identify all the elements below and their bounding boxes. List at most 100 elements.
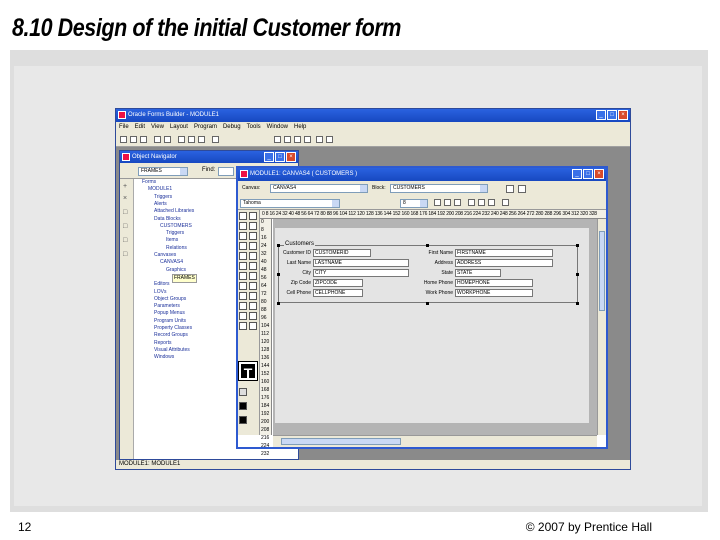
text-item[interactable]: CITY: [313, 269, 409, 277]
text-tool-icon[interactable]: [239, 262, 247, 270]
tree-node[interactable]: Data Blocks: [154, 216, 181, 223]
navigator-close-button[interactable]: ×: [286, 152, 296, 162]
canvas-layout-window[interactable]: MODULE1: CANVAS4 ( CUSTOMERS ) _ □ × Can…: [236, 166, 608, 457]
reshape-tool-icon[interactable]: [249, 222, 257, 230]
font-select[interactable]: Tahoma: [240, 199, 340, 208]
select-tool-icon[interactable]: [239, 212, 247, 220]
horizontal-scrollbar[interactable]: [273, 435, 597, 447]
navigator-minimize-button[interactable]: _: [264, 152, 274, 162]
magnify-tool-icon[interactable]: [239, 222, 247, 230]
chevron-down-icon[interactable]: [480, 185, 487, 192]
find-input[interactable]: [218, 167, 234, 176]
tree-node[interactable]: Property Classes: [154, 325, 192, 332]
tree-node[interactable]: MODULE1: [148, 186, 172, 193]
selection-handle[interactable]: [277, 302, 280, 305]
run-icon[interactable]: [154, 136, 161, 143]
text-color-icon[interactable]: [239, 416, 247, 424]
tree-node[interactable]: CANVAS4: [160, 259, 183, 266]
font-size-select[interactable]: 8: [400, 199, 428, 208]
align-center-icon[interactable]: [478, 199, 485, 206]
close-button[interactable]: ×: [618, 110, 628, 120]
chevron-down-icon[interactable]: [360, 185, 367, 192]
new-icon[interactable]: [120, 136, 127, 143]
fill-color-icon[interactable]: [239, 388, 247, 396]
underline-icon[interactable]: [454, 199, 461, 206]
menu-file[interactable]: File: [119, 122, 129, 133]
color-icon[interactable]: [502, 199, 509, 206]
selection-handle[interactable]: [277, 244, 280, 247]
text-item[interactable]: HOMEPHONE: [455, 279, 533, 287]
vertical-scroll-thumb[interactable]: [599, 231, 605, 311]
text-item[interactable]: ADDRESS: [455, 259, 553, 267]
canvas-maximize-button[interactable]: □: [583, 169, 593, 179]
tree-node[interactable]: Graphics: [166, 267, 186, 274]
link-icon[interactable]: [506, 185, 514, 193]
text-item[interactable]: LASTNAME: [313, 259, 409, 267]
delete-icon[interactable]: □: [123, 223, 130, 230]
image-tool-icon[interactable]: [239, 292, 247, 300]
text-tool-icon[interactable]: T: [238, 361, 258, 381]
selection-handle[interactable]: [277, 273, 280, 276]
text-item[interactable]: CUSTOMERID: [313, 249, 371, 257]
forms-builder-window[interactable]: Oracle Forms Builder - MODULE1 _ □ × Fil…: [115, 108, 631, 470]
debug-icon[interactable]: [164, 136, 171, 143]
tree-node[interactable]: Triggers: [166, 230, 184, 237]
textitem-tool-icon[interactable]: [249, 282, 257, 290]
selection-handle[interactable]: [576, 273, 579, 276]
tree-node[interactable]: Visual Attributes: [154, 347, 190, 354]
step-over-icon[interactable]: [284, 136, 291, 143]
rotate-tool-icon[interactable]: [249, 212, 257, 220]
save-icon[interactable]: [140, 136, 147, 143]
tree-node[interactable]: Triggers: [154, 194, 172, 201]
tree-node[interactable]: CUSTOMERS: [160, 223, 192, 230]
paste-icon[interactable]: [198, 136, 205, 143]
line-color-icon[interactable]: [239, 402, 247, 410]
text-item[interactable]: WORKPHONE: [455, 289, 533, 297]
step-out-icon[interactable]: [294, 136, 301, 143]
navigator-object-select[interactable]: FRAMES: [138, 167, 188, 176]
vertical-scrollbar[interactable]: [597, 219, 606, 435]
tab-tool-icon[interactable]: [239, 312, 247, 320]
frame-tool-icon[interactable]: [249, 262, 257, 270]
menu-program[interactable]: Program: [194, 122, 217, 133]
tree-node[interactable]: LOVs: [154, 289, 167, 296]
selection-handle[interactable]: [576, 302, 579, 305]
bold-icon[interactable]: [434, 199, 441, 206]
ellipse-tool-icon[interactable]: [239, 242, 247, 250]
stop-icon[interactable]: [304, 136, 311, 143]
connect-icon[interactable]: [316, 136, 323, 143]
tree-node[interactable]: Canvases: [154, 252, 176, 259]
navigator-titlebar[interactable]: Object Navigator _ □ ×: [120, 151, 298, 163]
menu-help[interactable]: Help: [294, 122, 306, 133]
collapse-icon[interactable]: ×: [123, 195, 130, 202]
tree-node[interactable]: Object Groups: [154, 296, 186, 303]
canvas-form-area[interactable]: Customers Customer ID CUSTOMERID Last Name…: [275, 228, 589, 423]
rectangle-tool-icon[interactable]: [239, 232, 247, 240]
align-right-icon[interactable]: [488, 199, 495, 206]
undo-icon[interactable]: [212, 136, 219, 143]
expand-all-icon[interactable]: □: [123, 237, 130, 244]
text-item[interactable]: FIRSTNAME: [455, 249, 553, 257]
italic-icon[interactable]: [444, 199, 451, 206]
canvas-select[interactable]: CANVAS4: [270, 184, 368, 193]
canvas-workspace[interactable]: Customers Customer ID CUSTOMERID Last Name…: [273, 219, 597, 435]
polyline-tool-icon[interactable]: [249, 252, 257, 260]
text-item[interactable]: CELLPHONE: [313, 289, 363, 297]
chevron-down-icon[interactable]: [180, 168, 187, 175]
tree-node[interactable]: Attached Libraries: [154, 208, 194, 215]
menu-edit[interactable]: Edit: [135, 122, 145, 133]
help-icon[interactable]: [326, 136, 333, 143]
polygon-tool-icon[interactable]: [239, 252, 247, 260]
menu-view[interactable]: View: [151, 122, 164, 133]
tree-node[interactable]: Parameters: [154, 303, 180, 310]
block-select[interactable]: CUSTOMERS: [390, 184, 488, 193]
menu-window[interactable]: Window: [267, 122, 288, 133]
tree-node[interactable]: Program Units: [154, 318, 186, 325]
canvas-titlebar[interactable]: MODULE1: CANVAS4 ( CUSTOMERS ) _ □ ×: [238, 168, 606, 181]
chevron-down-icon[interactable]: [420, 200, 427, 207]
list-tool-icon[interactable]: [239, 302, 247, 310]
tree-node[interactable]: Popup Menus: [154, 310, 185, 317]
selection-handle[interactable]: [426, 302, 429, 305]
menu-tools[interactable]: Tools: [247, 122, 261, 133]
text-item[interactable]: ZIPCODE: [313, 279, 363, 287]
